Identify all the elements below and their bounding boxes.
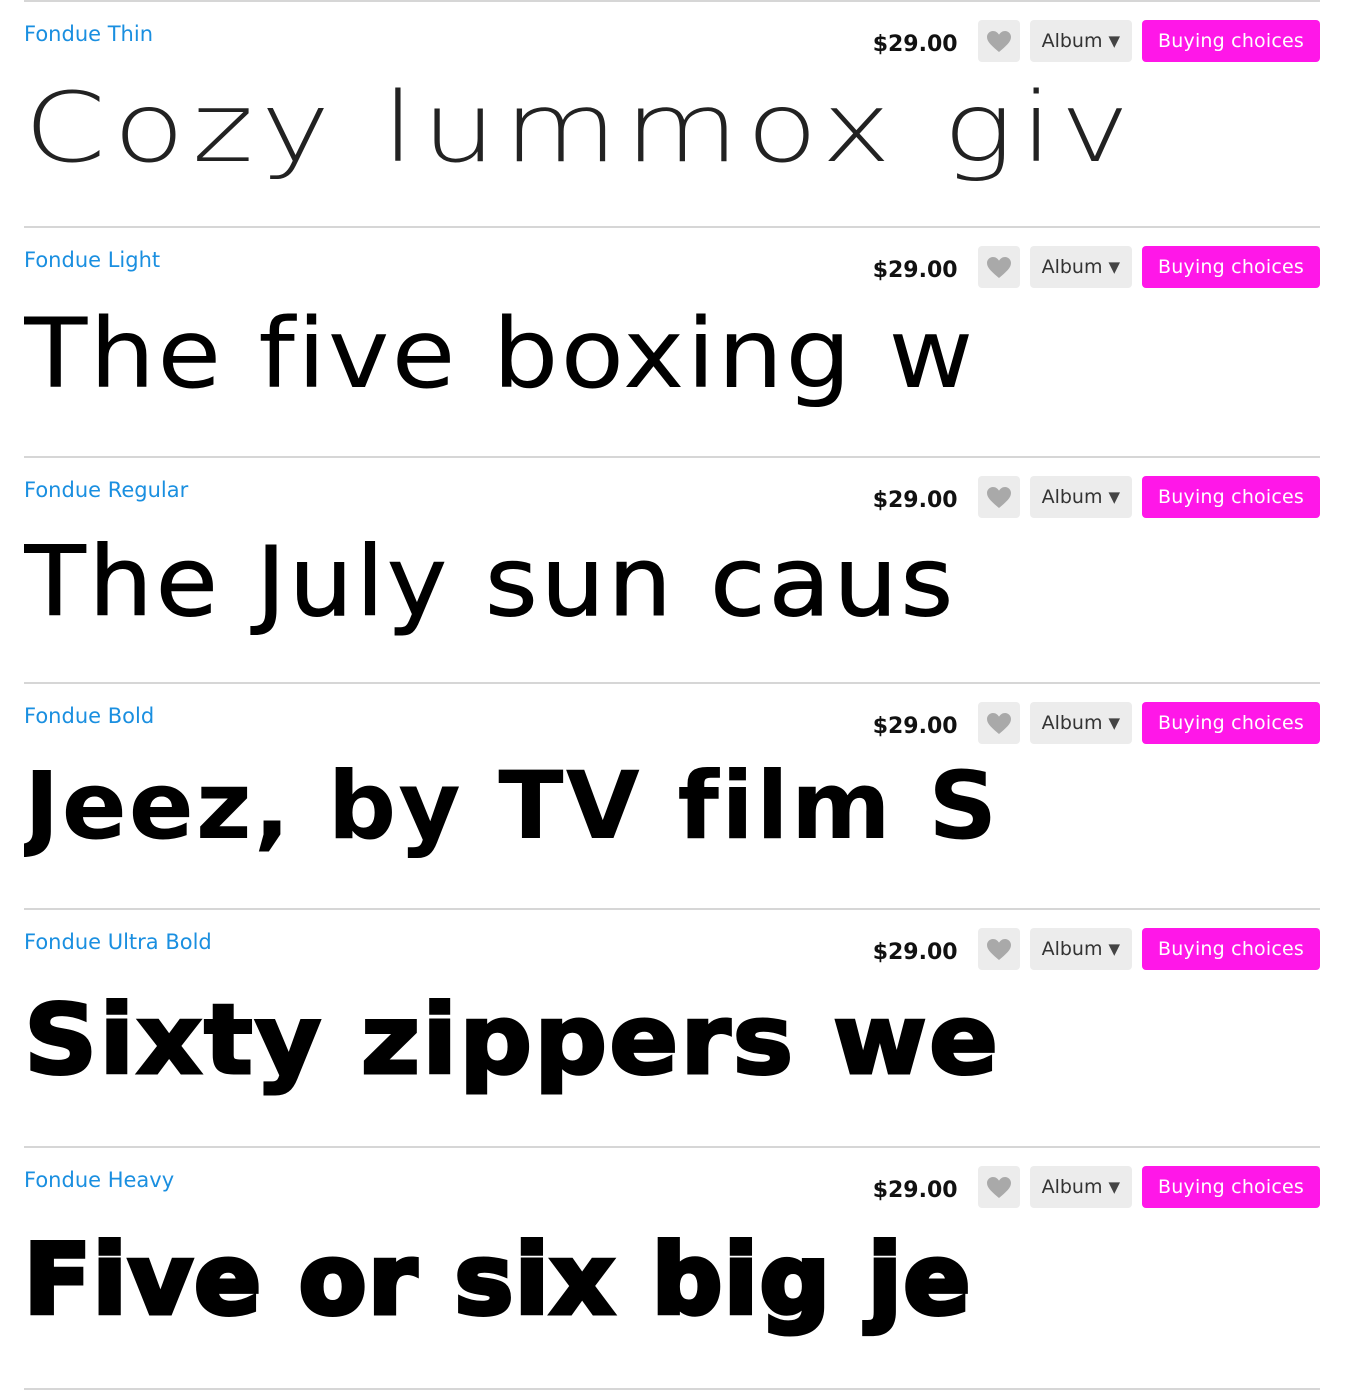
album-label: Album (1041, 938, 1103, 960)
font-name-link[interactable]: Fondue Light (24, 248, 160, 272)
price-label: $29.00 (872, 257, 958, 283)
heart-icon (986, 938, 1011, 960)
font-sample-text: The five boxing w (24, 298, 976, 410)
album-dropdown[interactable]: Album ▼ (1029, 702, 1133, 744)
caret-down-icon: ▼ (1108, 714, 1121, 732)
font-sample-text: Jeez, by TV film S (24, 752, 1000, 861)
row-controls: $29.00 Album ▼ Buying choices (873, 928, 1320, 970)
row-controls: $29.00 Album ▼ Buying choices (873, 476, 1320, 518)
heart-icon (986, 30, 1011, 52)
font-row-heavy: Fondue Heavy $29.00 Album ▼ Buying choic… (24, 1146, 1320, 1390)
favorite-button[interactable] (977, 702, 1020, 744)
font-sample-text: The July sun caus (24, 526, 957, 638)
buying-choices-button[interactable]: Buying choices (1142, 928, 1320, 970)
row-controls: $29.00 Album ▼ Buying choices (873, 1166, 1320, 1208)
font-name-link[interactable]: Fondue Bold (24, 704, 154, 728)
album-dropdown[interactable]: Album ▼ (1029, 246, 1133, 288)
buying-choices-button[interactable]: Buying choices (1142, 20, 1320, 62)
caret-down-icon: ▼ (1108, 940, 1121, 958)
caret-down-icon: ▼ (1108, 32, 1121, 50)
album-dropdown[interactable]: Album ▼ (1029, 476, 1133, 518)
favorite-button[interactable] (977, 246, 1020, 288)
price-label: $29.00 (872, 31, 958, 57)
price-label: $29.00 (872, 713, 958, 739)
album-label: Album (1041, 712, 1103, 734)
buying-choices-button[interactable]: Buying choices (1142, 476, 1320, 518)
album-dropdown[interactable]: Album ▼ (1029, 20, 1133, 62)
album-label: Album (1041, 1176, 1103, 1198)
album-label: Album (1041, 30, 1103, 52)
heart-icon (986, 712, 1011, 734)
buying-choices-button[interactable]: Buying choices (1142, 702, 1320, 744)
price-label: $29.00 (872, 1177, 958, 1203)
font-sample-text: Five or six big je (24, 1224, 973, 1336)
row-controls: $29.00 Album ▼ Buying choices (873, 702, 1320, 744)
heart-icon (986, 486, 1011, 508)
caret-down-icon: ▼ (1108, 1178, 1121, 1196)
buying-choices-button[interactable]: Buying choices (1142, 246, 1320, 288)
font-name-link[interactable]: Fondue Thin (24, 22, 153, 46)
font-row-light: Fondue Light $29.00 Album ▼ Buying choic… (24, 226, 1320, 456)
heart-icon (986, 1176, 1011, 1198)
font-row-ultra-bold: Fondue Ultra Bold $29.00 Album ▼ Buying … (24, 908, 1320, 1146)
font-sample-text: Sixty zippers we (24, 984, 1001, 1096)
caret-down-icon: ▼ (1108, 258, 1121, 276)
buying-choices-button[interactable]: Buying choices (1142, 1166, 1320, 1208)
row-controls: $29.00 Album ▼ Buying choices (873, 20, 1320, 62)
font-sample-text: Cozy lummox giv (24, 72, 1137, 184)
album-label: Album (1041, 486, 1103, 508)
favorite-button[interactable] (977, 476, 1020, 518)
font-row-bold: Fondue Bold $29.00 Album ▼ Buying choice… (24, 682, 1320, 908)
font-name-link[interactable]: Fondue Heavy (24, 1168, 174, 1192)
font-name-link[interactable]: Fondue Regular (24, 478, 188, 502)
font-row-thin: Fondue Thin $29.00 Album ▼ Buying choice… (24, 0, 1320, 226)
favorite-button[interactable] (977, 20, 1020, 62)
font-name-link[interactable]: Fondue Ultra Bold (24, 930, 212, 954)
album-dropdown[interactable]: Album ▼ (1029, 1166, 1133, 1208)
row-controls: $29.00 Album ▼ Buying choices (873, 246, 1320, 288)
price-label: $29.00 (872, 487, 958, 513)
album-label: Album (1041, 256, 1103, 278)
album-dropdown[interactable]: Album ▼ (1029, 928, 1133, 970)
heart-icon (986, 256, 1011, 278)
favorite-button[interactable] (977, 1166, 1020, 1208)
font-list: Fondue Thin $29.00 Album ▼ Buying choice… (24, 0, 1320, 1390)
price-label: $29.00 (872, 939, 958, 965)
favorite-button[interactable] (977, 928, 1020, 970)
font-row-regular: Fondue Regular $29.00 Album ▼ Buying cho… (24, 456, 1320, 682)
caret-down-icon: ▼ (1108, 488, 1121, 506)
